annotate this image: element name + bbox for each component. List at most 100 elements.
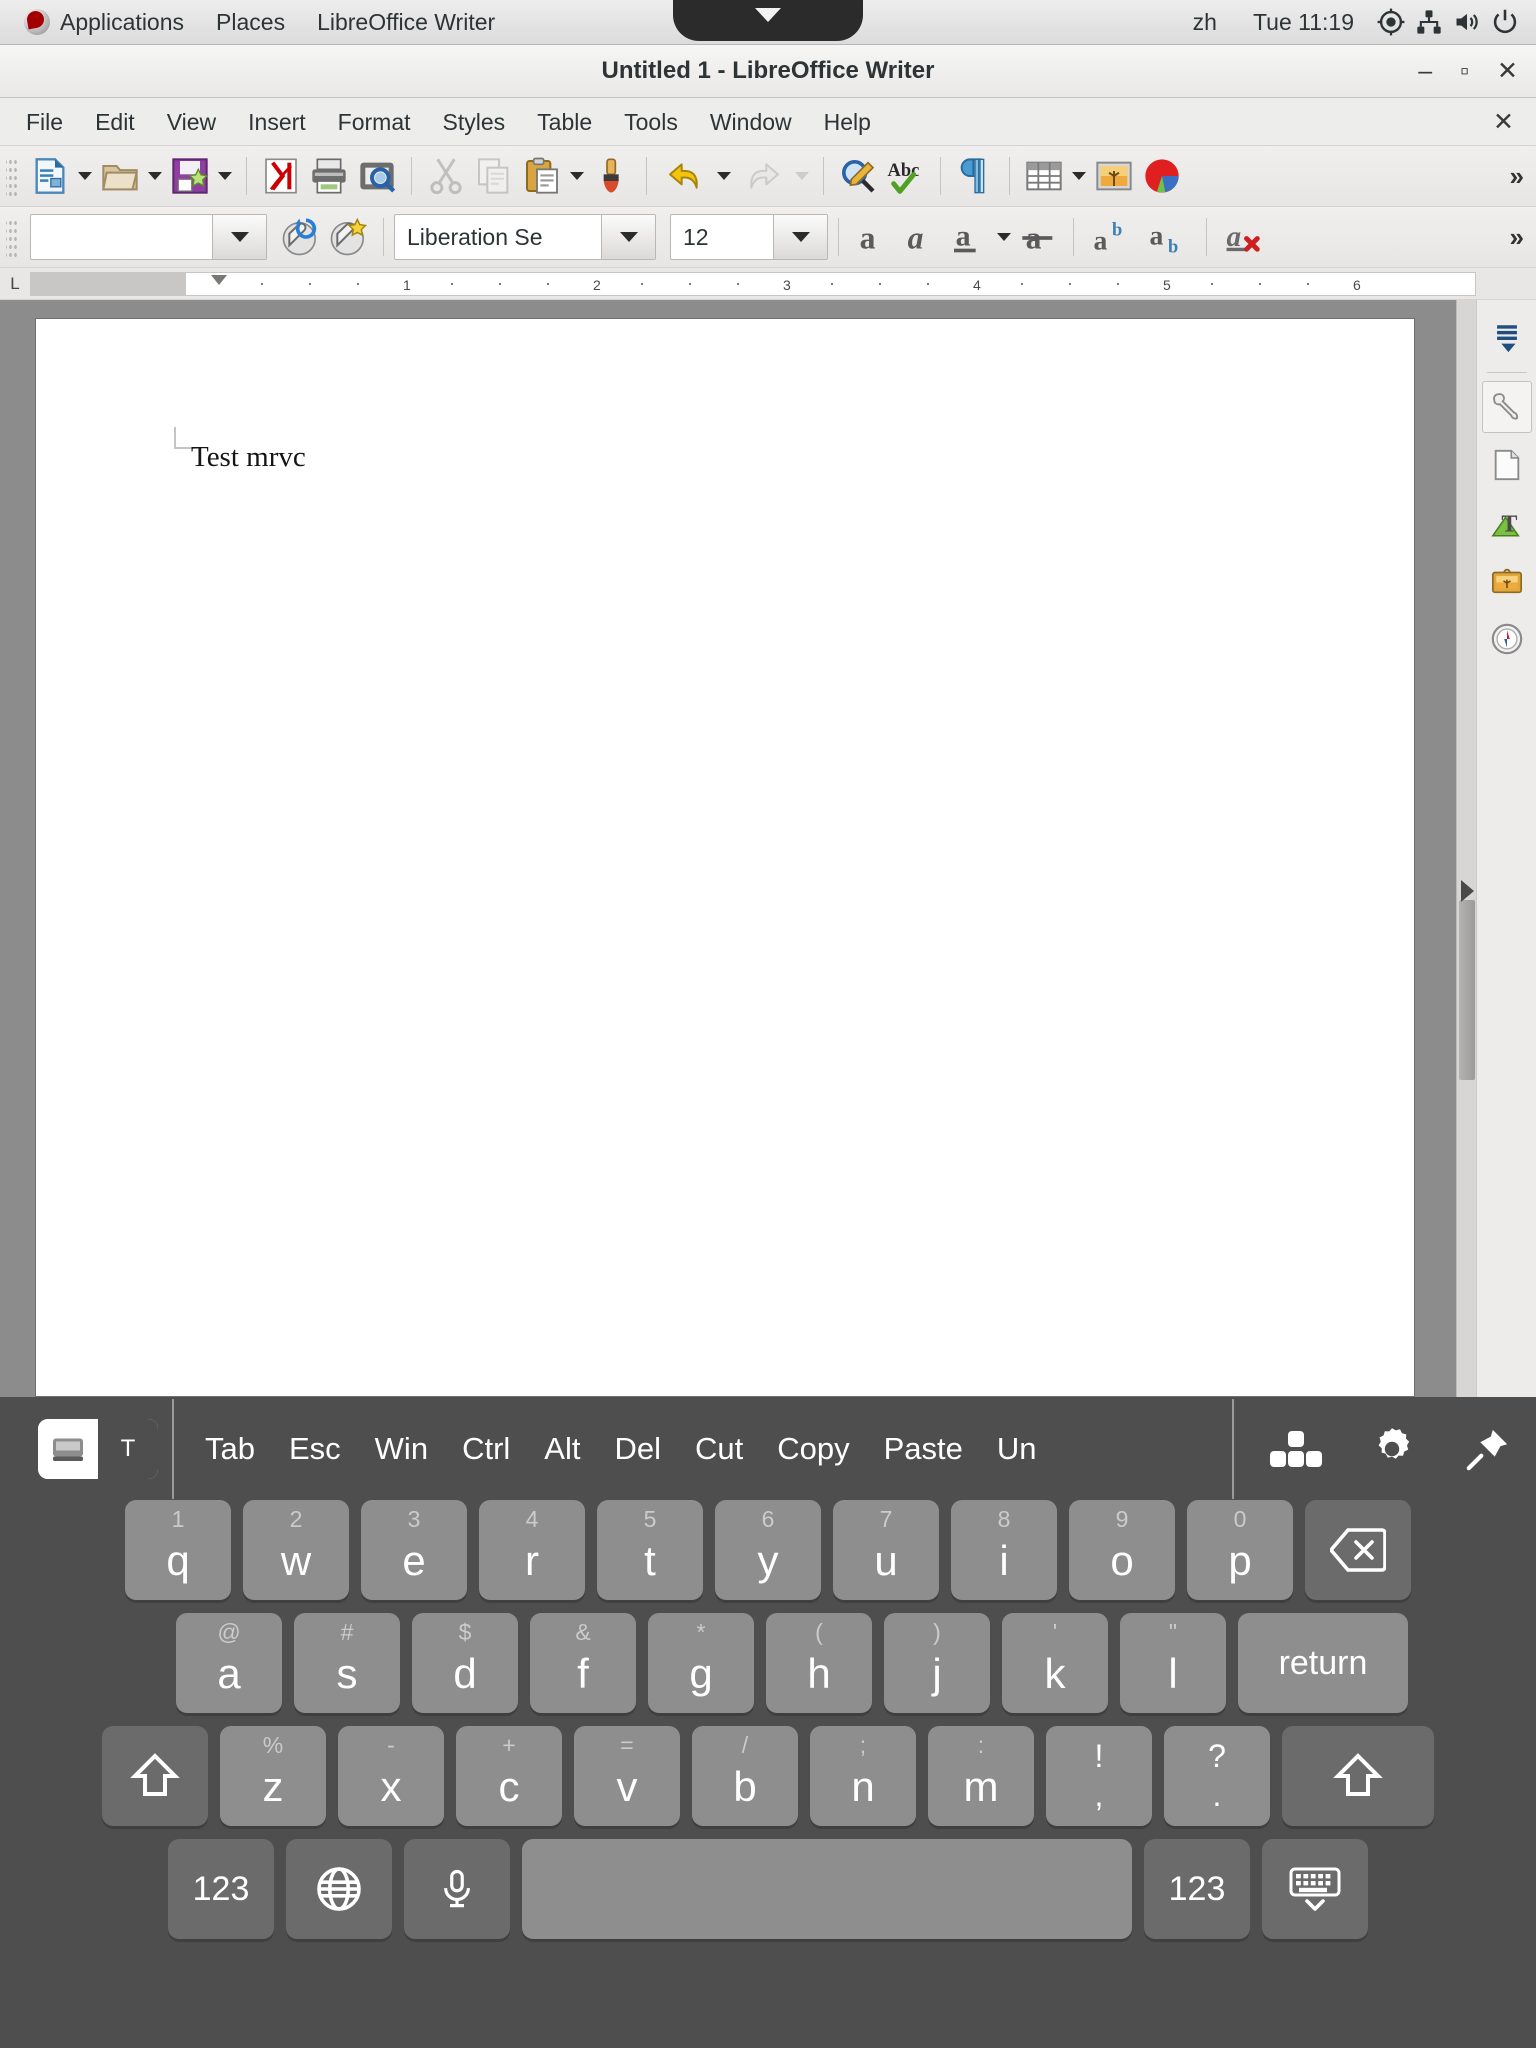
- indent-marker[interactable]: [211, 275, 227, 285]
- bold-icon[interactable]: a: [849, 212, 897, 262]
- key-numeric-right[interactable]: 123: [1144, 1839, 1250, 1939]
- key-numeric-left[interactable]: 123: [168, 1839, 274, 1939]
- sidebar-page-icon[interactable]: [1482, 439, 1532, 491]
- shift-icon-left[interactable]: [102, 1726, 208, 1826]
- paste-icon[interactable]: [518, 151, 566, 201]
- shift-icon-right[interactable]: [1282, 1726, 1434, 1826]
- menu-item-window[interactable]: Window: [694, 98, 808, 146]
- hide-keyboard-icon[interactable]: [1262, 1839, 1368, 1939]
- key-u[interactable]: 7u: [833, 1500, 939, 1600]
- paragraph-style-dropdown[interactable]: [212, 215, 266, 259]
- volume-icon[interactable]: [1450, 5, 1484, 39]
- save-document-dropdown[interactable]: [214, 151, 236, 201]
- menu-item-tools[interactable]: Tools: [608, 98, 694, 146]
- print-icon[interactable]: [305, 151, 353, 201]
- key-g[interactable]: *g: [648, 1613, 754, 1713]
- italic-icon[interactable]: a: [897, 212, 945, 262]
- update-style-icon[interactable]: [277, 212, 325, 262]
- key-q[interactable]: 1q: [125, 1500, 231, 1600]
- new-document-icon[interactable]: [26, 151, 74, 201]
- redo-dropdown[interactable]: [791, 151, 813, 201]
- key-d[interactable]: $d: [412, 1613, 518, 1713]
- location-icon[interactable]: [1374, 5, 1408, 39]
- places-menu[interactable]: Places: [200, 0, 301, 45]
- font-name-dropdown[interactable]: [601, 215, 655, 259]
- key-x[interactable]: -x: [338, 1726, 444, 1826]
- sidebar-styles-icon[interactable]: T: [1482, 497, 1532, 549]
- undo-icon[interactable]: [657, 151, 713, 201]
- superscript-icon[interactable]: ab: [1084, 212, 1140, 262]
- osk-key-alt[interactable]: Alt: [527, 1431, 597, 1467]
- key-t[interactable]: 5t: [597, 1500, 703, 1600]
- menu-item-view[interactable]: View: [151, 98, 232, 146]
- open-document-dropdown[interactable]: [144, 151, 166, 201]
- sidebar-expand-arrow-icon[interactable]: [1461, 880, 1474, 902]
- strikethrough-icon[interactable]: a: [1015, 212, 1063, 262]
- sidebar-properties-icon[interactable]: [1482, 381, 1532, 433]
- network-icon[interactable]: [1412, 5, 1446, 39]
- clock[interactable]: Tue 11:19: [1237, 0, 1370, 45]
- sidebar-settings-icon[interactable]: [1482, 312, 1532, 364]
- insert-chart-icon[interactable]: [1138, 151, 1186, 201]
- ruler-track[interactable]: 1 2 3 4 5 6: [30, 272, 1476, 296]
- formatting-marks-icon[interactable]: [951, 151, 999, 201]
- menu-item-file[interactable]: File: [10, 98, 79, 146]
- osk-key-copy[interactable]: Copy: [760, 1431, 866, 1467]
- export-pdf-icon[interactable]: [257, 151, 305, 201]
- keyboard-mode-toggle[interactable]: T: [38, 1419, 158, 1479]
- document-page[interactable]: Test mrvc: [35, 318, 1415, 1397]
- ruler-corner-label[interactable]: L: [0, 274, 30, 294]
- key-c[interactable]: +c: [456, 1726, 562, 1826]
- layout-icon[interactable]: [1248, 1397, 1344, 1500]
- osk-key-ctrl[interactable]: Ctrl: [445, 1431, 527, 1467]
- print-preview-icon[interactable]: [353, 151, 401, 201]
- undo-dropdown[interactable]: [713, 151, 735, 201]
- font-size-dropdown[interactable]: [773, 215, 827, 259]
- copy-icon[interactable]: [470, 151, 518, 201]
- key-m[interactable]: :m: [928, 1726, 1034, 1826]
- key-h[interactable]: (h: [766, 1613, 872, 1713]
- power-icon[interactable]: [1488, 5, 1522, 39]
- key-w[interactable]: 2w: [243, 1500, 349, 1600]
- font-name-value[interactable]: Liberation Se: [395, 224, 601, 251]
- key-period[interactable]: ?.: [1164, 1726, 1270, 1826]
- find-replace-icon[interactable]: [834, 151, 882, 201]
- spelling-icon[interactable]: Abc: [882, 151, 930, 201]
- osk-key-esc[interactable]: Esc: [272, 1431, 358, 1467]
- applications-menu[interactable]: Applications: [8, 0, 200, 45]
- osk-key-cut[interactable]: Cut: [678, 1431, 760, 1467]
- globe-icon[interactable]: [286, 1839, 392, 1939]
- insert-table-icon[interactable]: [1020, 151, 1068, 201]
- open-document-icon[interactable]: [96, 151, 144, 201]
- text-mode-label[interactable]: T: [98, 1419, 158, 1479]
- key-return[interactable]: return: [1238, 1613, 1408, 1713]
- key-r[interactable]: 4r: [479, 1500, 585, 1600]
- vertical-scrollbar[interactable]: [1456, 300, 1476, 1397]
- document-text[interactable]: Test mrvc: [191, 441, 306, 474]
- pin-icon[interactable]: [1440, 1397, 1536, 1500]
- panel-notch-handle[interactable]: [673, 0, 863, 41]
- osk-key-win[interactable]: Win: [358, 1431, 445, 1467]
- insert-image-icon[interactable]: [1090, 151, 1138, 201]
- key-y[interactable]: 6y: [715, 1500, 821, 1600]
- osk-key-paste[interactable]: Paste: [867, 1431, 980, 1467]
- clone-formatting-icon[interactable]: [588, 151, 636, 201]
- keyboard-icon[interactable]: [38, 1419, 98, 1479]
- key-s[interactable]: #s: [294, 1613, 400, 1713]
- underline-icon[interactable]: a: [945, 212, 993, 262]
- new-style-icon[interactable]: [325, 212, 373, 262]
- key-k[interactable]: 'k: [1002, 1613, 1108, 1713]
- key-a[interactable]: @a: [176, 1613, 282, 1713]
- close-button[interactable]: ✕: [1497, 59, 1518, 84]
- underline-dropdown[interactable]: [993, 212, 1015, 262]
- key-l[interactable]: "l: [1120, 1613, 1226, 1713]
- key-z[interactable]: %z: [220, 1726, 326, 1826]
- font-name-combo[interactable]: Liberation Se: [394, 214, 656, 260]
- key-j[interactable]: )j: [884, 1613, 990, 1713]
- sidebar-navigator-icon[interactable]: [1482, 613, 1532, 665]
- clear-formatting-icon[interactable]: a: [1217, 212, 1273, 262]
- gear-icon[interactable]: [1344, 1397, 1440, 1500]
- document-area[interactable]: Test mrvc T: [0, 300, 1536, 1397]
- input-method-indicator[interactable]: zh: [1177, 0, 1233, 45]
- key-i[interactable]: 8i: [951, 1500, 1057, 1600]
